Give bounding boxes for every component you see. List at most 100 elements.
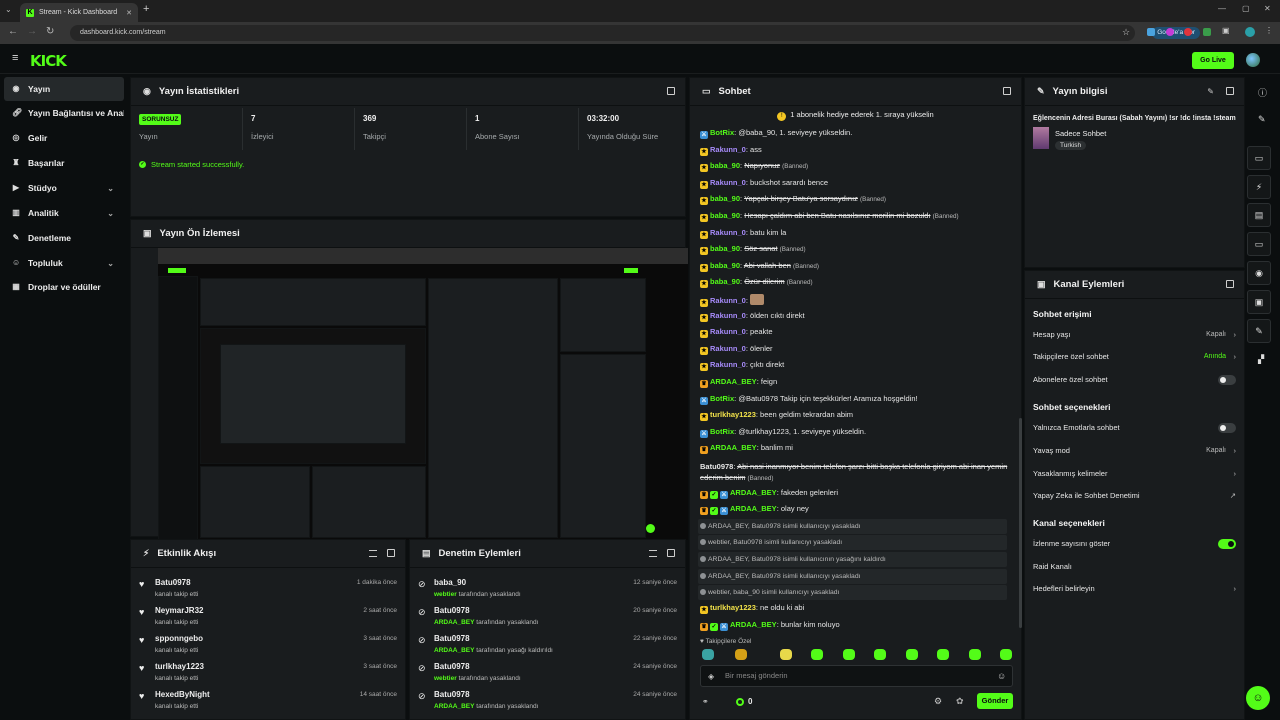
expand-icon[interactable] — [1003, 87, 1011, 95]
rail-chat-icon[interactable]: ▭ — [1247, 232, 1271, 256]
browser-menu-dots-icon[interactable]: ⋮ — [1265, 26, 1273, 35]
browser-tab[interactable]: K Stream - Kick Dashboard ✕ — [20, 3, 138, 22]
show-viewers-toggle[interactable] — [1218, 539, 1236, 549]
emote-icon[interactable] — [843, 649, 855, 660]
chat-username[interactable]: baba_90 — [710, 194, 740, 203]
banned-words-setting[interactable]: Yasaklanmış kelimeler › — [1033, 465, 1236, 483]
chat-username[interactable]: ARDAA_BEY — [710, 443, 757, 452]
category-name[interactable]: Sadece Sohbet — [1055, 129, 1106, 138]
emote-icon[interactable] — [735, 649, 747, 660]
chat-message-input[interactable]: Bir mesaj gönderin — [700, 665, 1013, 687]
back-icon[interactable]: ← — [8, 26, 18, 37]
emotes-only-toggle[interactable] — [1218, 423, 1236, 433]
browser-menu-icon[interactable]: ⌄ — [5, 5, 12, 14]
expand-icon[interactable] — [1226, 280, 1234, 288]
raid-setting[interactable]: Raid Kanalı — [1033, 558, 1236, 576]
chat-username[interactable]: baba_90 — [710, 161, 740, 170]
chat-username[interactable]: baba_90 — [710, 244, 740, 253]
chat-username[interactable]: Rakunn_0 — [710, 327, 746, 336]
google-ask-pill[interactable]: Google'a Sor — [1152, 27, 1200, 39]
emote-icon[interactable] — [874, 649, 886, 660]
chat-username[interactable]: Rakunn_0 — [710, 178, 746, 187]
wrench-icon[interactable]: ✎ — [1258, 114, 1266, 125]
emote-icon[interactable] — [1000, 649, 1012, 660]
pinned-gift-banner[interactable]: ! 1 abonelik hediye ederek 1. sıraya yüks… — [690, 107, 1021, 123]
edit-pencil-icon[interactable]: ✎ — [1207, 87, 1214, 96]
chat-username[interactable]: Rakunn_0 — [710, 311, 746, 320]
emote-icon[interactable] — [811, 649, 823, 660]
minimize-icon[interactable]: — — [1218, 4, 1226, 13]
chat-username[interactable]: BotRix — [710, 394, 734, 403]
extension-icon[interactable] — [1184, 28, 1192, 36]
go-live-button[interactable]: Go Live — [1192, 52, 1234, 69]
user-avatar[interactable] — [1246, 53, 1260, 67]
chat-username[interactable]: Rakunn_0 — [710, 344, 746, 353]
sidebar-item-revenue[interactable]: ◎ Gelir — [4, 126, 124, 150]
stream-preview-video[interactable] — [158, 248, 688, 540]
users-icon[interactable]: ⚭ — [702, 697, 709, 706]
followers-chat-setting[interactable]: Takipçilere özel sohbet Anında › — [1033, 348, 1236, 366]
chat-username[interactable]: ARDAA_BEY — [730, 620, 777, 629]
chat-username[interactable]: Batu0978 — [700, 462, 733, 471]
slow-mode-setting[interactable]: Yavaş mod Kapalı › — [1033, 442, 1236, 460]
sidebar-item-studio[interactable]: ▶ Stüdyo ⌄ — [4, 176, 124, 200]
rail-stats-icon[interactable]: ◉ — [1247, 261, 1271, 285]
chat-username[interactable]: ARDAA_BEY — [730, 488, 777, 497]
filter-icon[interactable] — [369, 550, 377, 557]
sidebar-item-moderation[interactable]: ✎ Denetleme — [4, 226, 124, 250]
extension-icon[interactable] — [1147, 28, 1155, 36]
account-age-setting[interactable]: Hesap yaşı Kapalı › — [1033, 326, 1236, 344]
extensions-puzzle-icon[interactable]: ▣ — [1222, 26, 1230, 35]
chat-username[interactable]: turlkhay1223 — [710, 603, 756, 612]
sidebar-item-community[interactable]: ☺ Topluluk ⌄ — [4, 251, 124, 275]
chat-username[interactable]: Rakunn_0 — [710, 145, 746, 154]
expand-icon[interactable] — [1226, 87, 1234, 95]
extension-icon[interactable] — [1166, 28, 1174, 36]
chat-username[interactable]: Rakunn_0 — [710, 228, 746, 237]
chat-username[interactable]: Rakunn_0 — [710, 296, 746, 305]
expand-icon[interactable] — [667, 549, 675, 557]
rail-layout-icon[interactable]: ▞ — [1258, 355, 1264, 364]
emote-icon[interactable] — [780, 649, 792, 660]
close-window-icon[interactable]: ✕ — [1264, 4, 1271, 13]
new-tab-icon[interactable]: + — [143, 3, 149, 15]
hamburger-menu-icon[interactable]: ≡ — [12, 52, 18, 64]
sidebar-item-achievements[interactable]: ♜ Başarılar — [4, 151, 124, 175]
chat-username[interactable]: Rakunn_0 — [710, 360, 746, 369]
chat-username[interactable]: ARDAA_BEY — [730, 504, 777, 513]
subs-chat-toggle[interactable] — [1218, 375, 1236, 385]
help-chat-button[interactable]: ☺ — [1246, 686, 1270, 710]
bookmark-star-icon[interactable]: ☆ — [1122, 27, 1130, 38]
filter-icon[interactable] — [649, 550, 657, 557]
goals-setting[interactable]: Hedefleri belirleyin › — [1033, 580, 1236, 598]
tab-close-icon[interactable]: ✕ — [126, 9, 132, 17]
rail-lightning-icon[interactable]: ⚡︎ — [1247, 175, 1271, 199]
maximize-icon[interactable]: ▢ — [1242, 4, 1250, 13]
settings-gear-icon[interactable]: ⚙ — [934, 696, 942, 707]
rail-preview-icon[interactable]: ▭ — [1247, 146, 1271, 170]
chat-username[interactable]: turlkhay1223 — [710, 410, 756, 419]
chat-username[interactable]: ARDAA_BEY — [710, 377, 757, 386]
sidebar-item-stream-key[interactable]: 🔗︎ Yayın Bağlantısı ve Anahtarı — [4, 101, 124, 125]
shield-icon[interactable]: ◈ — [708, 672, 714, 681]
chat-username[interactable]: baba_90 — [710, 277, 740, 286]
chat-username[interactable]: baba_90 — [710, 211, 740, 220]
url-field[interactable]: dashboard.kick.com/stream — [70, 25, 1135, 41]
emote-icon[interactable] — [969, 649, 981, 660]
emote-icon[interactable] — [937, 649, 949, 660]
sidebar-item-yayin[interactable]: ◉ Yayın — [4, 77, 124, 101]
emoji-icon[interactable]: ☺ — [997, 671, 1006, 681]
expand-icon[interactable] — [387, 549, 395, 557]
ai-moderation-setting[interactable]: Yapay Zeka ile Sohbet Denetimi ↗ — [1033, 487, 1236, 505]
rail-wrench-icon[interactable]: ✎ — [1247, 319, 1271, 343]
profile-icon[interactable] — [1245, 27, 1255, 37]
sidebar-item-analytics[interactable]: ▥ Analitik ⌄ — [4, 201, 124, 225]
extension-icon[interactable] — [1203, 28, 1211, 36]
emote-picker-icon[interactable]: ✿ — [956, 696, 964, 707]
chat-scrollbar[interactable] — [1019, 418, 1022, 628]
chat-username[interactable]: BotRix — [710, 128, 734, 137]
info-icon[interactable]: ⓘ — [1258, 86, 1267, 99]
sidebar-item-drops[interactable]: ▦ Droplar ve ödüller — [4, 275, 124, 299]
emote-icon[interactable] — [906, 649, 918, 660]
expand-icon[interactable] — [667, 87, 675, 95]
